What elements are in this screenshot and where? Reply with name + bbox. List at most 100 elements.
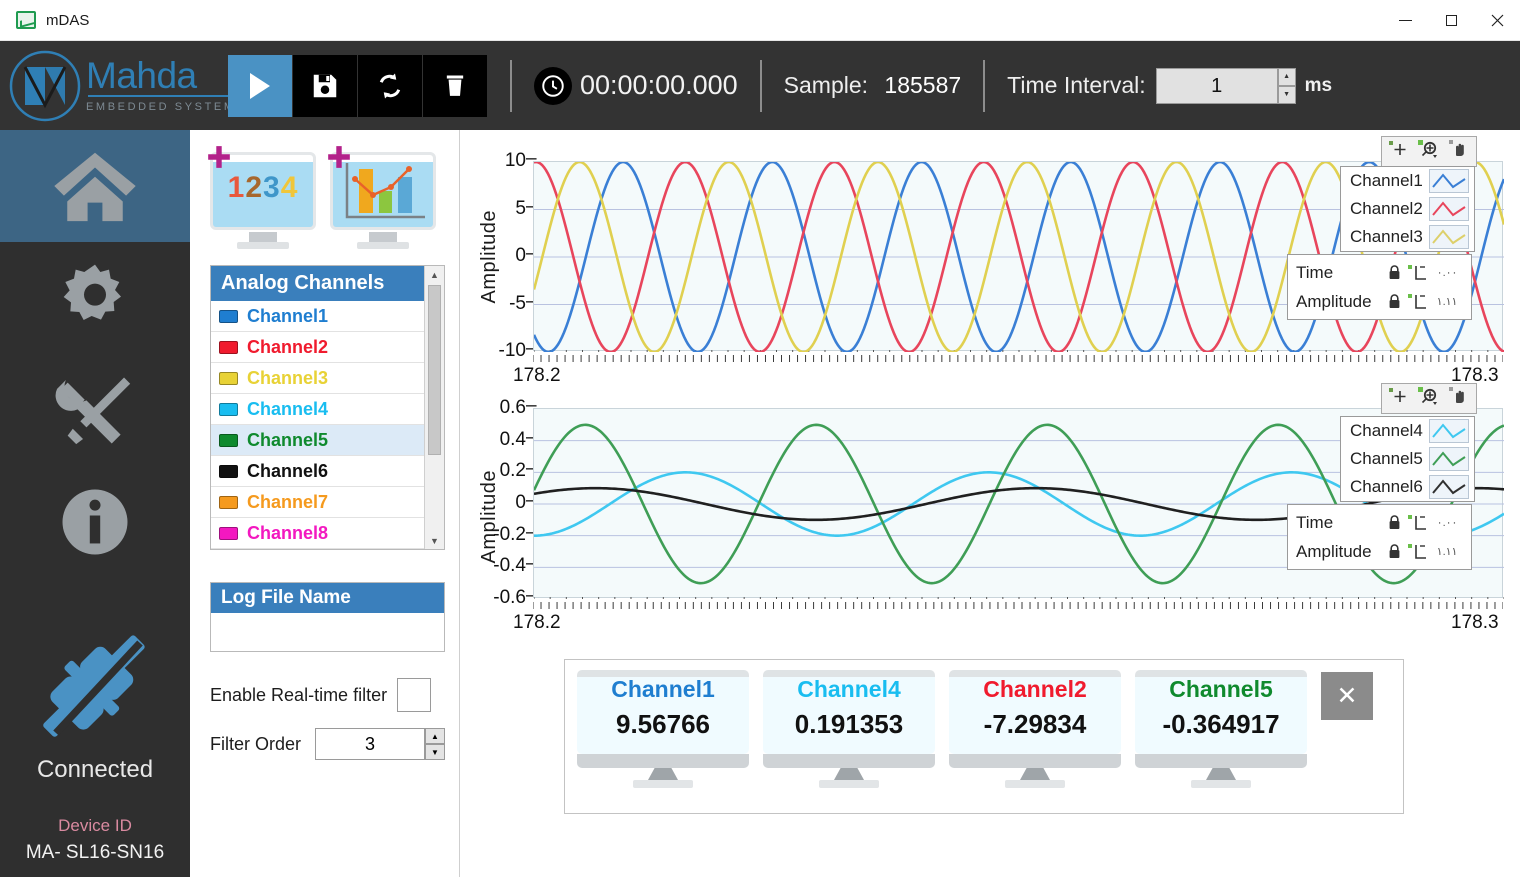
value-card-value: 9.56766: [616, 709, 710, 739]
toolbar-divider: [510, 59, 512, 112]
scale-row: Time ۰.۰۰: [1288, 508, 1471, 537]
channel-list-item[interactable]: Channel2: [211, 332, 424, 363]
lock-icon[interactable]: [1382, 544, 1406, 559]
legend-line-sample[interactable]: [1428, 475, 1469, 499]
number-format-dropdown[interactable]: ۱.۱۱: [1431, 545, 1463, 558]
lock-icon[interactable]: [1382, 294, 1406, 309]
channel-list-item[interactable]: Channel1: [211, 301, 424, 332]
value-card-value: -0.364917: [1162, 709, 1280, 739]
value-card-title: Channel5: [1169, 676, 1273, 702]
value-card[interactable]: Channel1 9.56766: [577, 670, 749, 788]
filter-order-row: Filter Order 3 ▲ ▼: [210, 728, 459, 760]
toolbar-divider-2: [759, 59, 762, 112]
refresh-button[interactable]: [358, 54, 422, 117]
chart-top-tools[interactable]: [1381, 136, 1477, 167]
value-cards-close-button[interactable]: ✕: [1321, 672, 1373, 720]
play-button[interactable]: [228, 54, 292, 117]
legend-line-sample[interactable]: [1428, 419, 1469, 443]
scroll-up-arrow[interactable]: ▲: [430, 266, 439, 283]
axis-scale-icon[interactable]: [1407, 514, 1431, 531]
y-axis-tick: -0.2: [493, 523, 526, 545]
channel-label: Channel3: [247, 367, 329, 388]
analog-channels-list: Analog Channels Channel1 Channel2 Channel3…: [211, 266, 424, 549]
zoom-icon[interactable]: [1418, 140, 1440, 163]
chart-bottom-tools[interactable]: [1381, 383, 1477, 414]
lock-icon[interactable]: [1382, 515, 1406, 530]
sidebar-item-info[interactable]: [0, 466, 190, 578]
channel-list-item[interactable]: Channel5: [211, 425, 424, 456]
channel-color-swatch: [219, 495, 238, 509]
chart-bottom-legend[interactable]: Channel4 Channel5 Channel6: [1340, 416, 1475, 502]
chart-top-scale-panel[interactable]: Time ۰.۰۰ Amplitude ۱.۱۱: [1287, 254, 1472, 320]
channel-list-item[interactable]: Channel6: [211, 456, 424, 487]
scale-axis-label: Time: [1296, 262, 1334, 282]
chart-top: Amplitude 10–5–0– -5– -10– 178.2 178.3 T…: [460, 130, 1520, 386]
filter-order-up[interactable]: ▲: [425, 728, 446, 744]
display-mode-buttons: 1234: [190, 130, 459, 249]
legend-row[interactable]: Channel3: [1341, 223, 1474, 251]
number-format-dropdown[interactable]: ۰.۰۰: [1431, 266, 1463, 279]
zoom-icon[interactable]: [1418, 387, 1440, 410]
pan-icon[interactable]: [1449, 140, 1469, 163]
axis-scale-icon[interactable]: [1407, 543, 1431, 560]
chart-display-button[interactable]: [328, 146, 436, 249]
mahda-logo-icon: [8, 49, 82, 123]
scroll-thumb[interactable]: [428, 285, 441, 455]
filter-order-input[interactable]: 3: [315, 728, 426, 760]
save-button[interactable]: [293, 54, 357, 117]
channel-list-item[interactable]: Channel4: [211, 394, 424, 425]
legend-row[interactable]: Channel4: [1341, 417, 1474, 445]
sidebar-item-home[interactable]: [0, 130, 190, 242]
log-file-input[interactable]: [211, 613, 444, 651]
sidebar-item-settings[interactable]: [0, 242, 190, 354]
sidebar-item-tools[interactable]: [0, 354, 190, 466]
delete-button[interactable]: [423, 54, 487, 117]
filter-order-label: Filter Order: [210, 733, 302, 754]
number-format-dropdown[interactable]: ۱.۱۱: [1431, 295, 1463, 308]
channel-list-item[interactable]: Channel8: [211, 518, 424, 549]
legend-row[interactable]: Channel5: [1341, 445, 1474, 473]
legend-line-sample[interactable]: [1428, 225, 1469, 249]
info-icon: [62, 489, 128, 555]
close-button[interactable]: [1474, 0, 1520, 41]
chart-top-legend[interactable]: Channel1 Channel2 Channel3: [1340, 166, 1475, 252]
value-card[interactable]: Channel4 0.191353: [763, 670, 935, 788]
x-axis-ruler: [532, 599, 1504, 609]
channel-list-item[interactable]: Channel3: [211, 363, 424, 394]
legend-line-sample[interactable]: [1428, 169, 1469, 193]
legend-row[interactable]: Channel1: [1341, 167, 1474, 195]
legend-row[interactable]: Channel2: [1341, 195, 1474, 223]
channel-color-swatch: [219, 402, 238, 416]
legend-row[interactable]: Channel6: [1341, 473, 1474, 501]
legend-line-sample[interactable]: [1428, 197, 1469, 221]
realtime-filter-label: Enable Real-time filter: [210, 684, 388, 705]
minimize-button[interactable]: [1382, 0, 1428, 41]
config-panel: 1234 Analog Channels Channel1 Channel2 C…: [190, 130, 460, 877]
realtime-filter-checkbox[interactable]: [397, 678, 432, 712]
value-card[interactable]: Channel2 -7.29834: [949, 670, 1121, 788]
analog-channels-listbox[interactable]: Analog Channels Channel1 Channel2 Channel3…: [210, 265, 445, 550]
time-interval-down[interactable]: ▼: [1277, 85, 1296, 104]
lock-icon[interactable]: [1382, 265, 1406, 280]
axis-scale-icon[interactable]: [1407, 293, 1431, 310]
number-format-dropdown[interactable]: ۰.۰۰: [1431, 516, 1463, 529]
filter-order-down[interactable]: ▼: [425, 744, 446, 760]
digit-1: 1: [227, 171, 246, 204]
chart-bottom-scale-panel[interactable]: Time ۰.۰۰ Amplitude ۱.۱۱: [1287, 504, 1472, 570]
numeric-display-button[interactable]: 1234: [208, 146, 316, 249]
gear-icon: [63, 264, 121, 320]
scroll-down-arrow[interactable]: ▼: [430, 532, 439, 549]
time-interval-up[interactable]: ▲: [1277, 67, 1296, 86]
legend-line-sample[interactable]: [1428, 447, 1469, 471]
maximize-button[interactable]: [1428, 0, 1474, 41]
axis-scale-icon[interactable]: [1407, 264, 1431, 281]
crosshair-icon[interactable]: [1389, 140, 1409, 163]
value-card[interactable]: Channel5 -0.364917: [1135, 670, 1307, 788]
time-interval-stepper[interactable]: 1 ▲ ▼: [1155, 67, 1296, 104]
pan-icon[interactable]: [1449, 387, 1469, 410]
channels-scrollbar[interactable]: ▲ ▼: [424, 266, 444, 549]
scale-row: Amplitude ۱.۱۱: [1288, 287, 1471, 316]
crosshair-icon[interactable]: [1389, 387, 1409, 410]
time-interval-input[interactable]: 1: [1155, 67, 1278, 104]
channel-list-item[interactable]: Channel7: [211, 487, 424, 518]
